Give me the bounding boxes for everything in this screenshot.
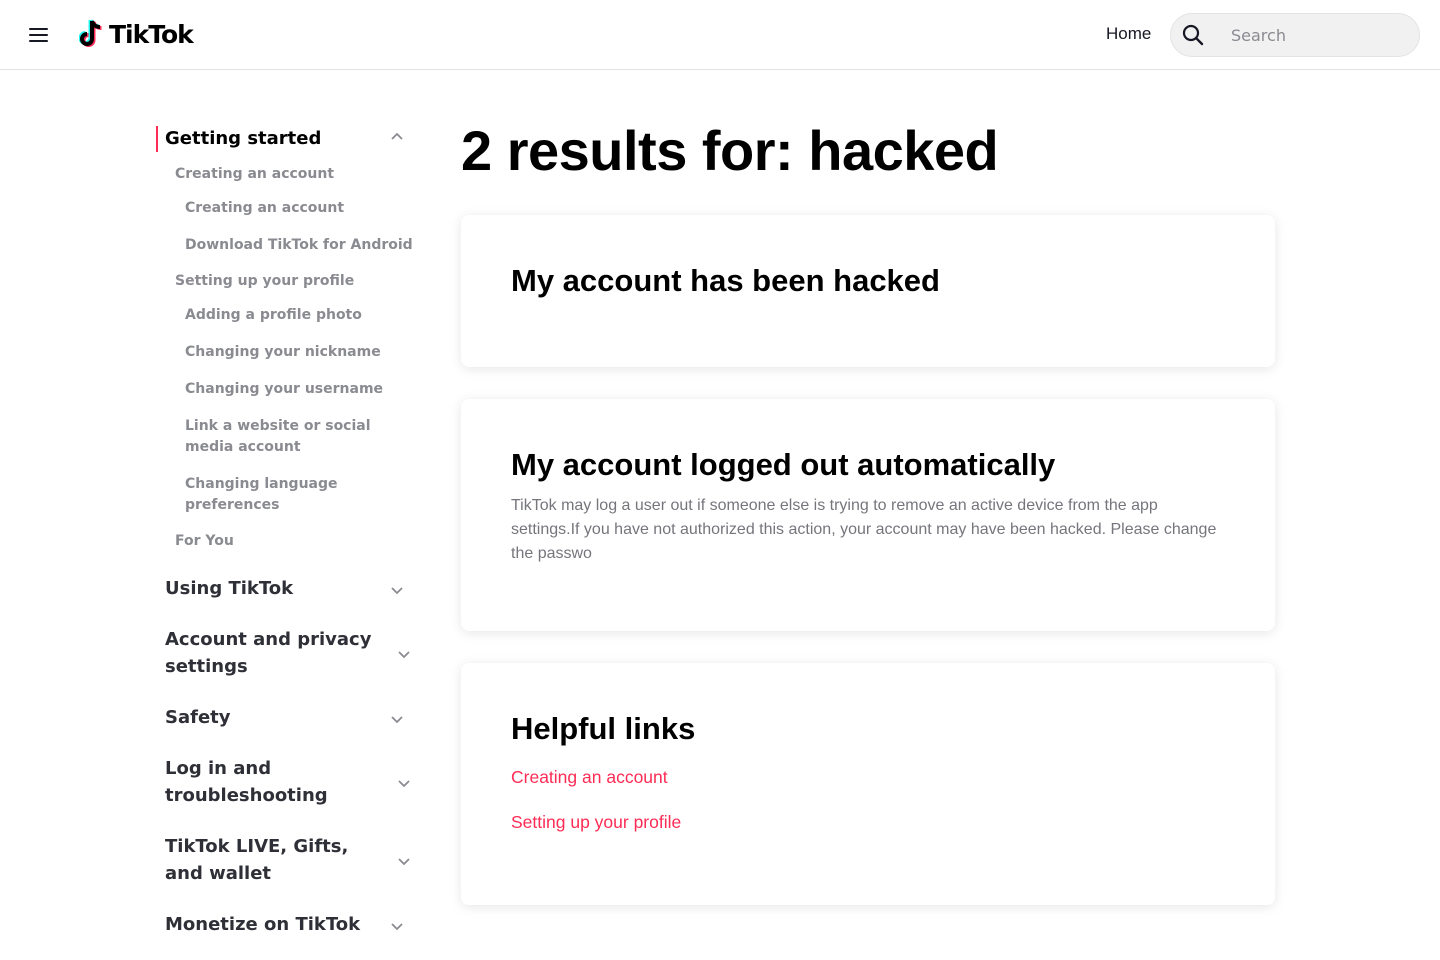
sidebar-link-creating-account[interactable]: Creating an account xyxy=(185,198,344,219)
sidebar-link-download-android[interactable]: Download TikTok for Android xyxy=(185,235,413,256)
chevron-down-icon[interactable] xyxy=(397,647,411,661)
search-results-title: 2 results for: hacked xyxy=(461,119,999,182)
result-card[interactable]: My account has been hacked xyxy=(461,215,1275,367)
sidebar-category-safety[interactable]: Safety xyxy=(156,704,416,734)
sidebar-category-label: Log in and troubleshooting xyxy=(165,758,328,806)
result-title[interactable]: My account has been hacked xyxy=(511,263,940,299)
sidebar-subsection-creating-account[interactable]: Creating an account xyxy=(175,166,334,182)
logo-wordmark: TikTok xyxy=(109,19,194,49)
sidebar-category-label: Getting started xyxy=(165,128,322,149)
search-input[interactable] xyxy=(1231,23,1406,47)
tiktok-note-icon xyxy=(79,19,102,47)
tiktok-logo[interactable]: TikTok xyxy=(79,17,194,51)
sidebar-category-label: Safety xyxy=(165,707,231,728)
sidebar-subsection-for-you[interactable]: For You xyxy=(175,533,234,549)
sidebar-category-using-tiktok[interactable]: Using TikTok xyxy=(156,575,416,605)
sidebar-subsection-setting-up-profile[interactable]: Setting up your profile xyxy=(175,273,354,289)
sidebar-category-monetize[interactable]: Monetize on TikTok xyxy=(156,911,416,941)
hamburger-menu-icon[interactable] xyxy=(29,24,49,46)
sidebar-category-label: Monetize on TikTok xyxy=(165,914,361,935)
helpful-link-creating-account[interactable]: Creating an account xyxy=(511,767,668,788)
sidebar-link-language[interactable]: Changing language preferences xyxy=(185,474,385,516)
sidebar-category-live-gifts-wallet[interactable]: TikTok LIVE, Gifts, and wallet xyxy=(156,833,416,889)
sidebar-link-website-social[interactable]: Link a website or social media account xyxy=(185,416,385,458)
chevron-down-icon[interactable] xyxy=(397,776,411,790)
sidebar-link-username[interactable]: Changing your username xyxy=(185,379,383,400)
search-bar xyxy=(1170,13,1420,57)
sidebar-link-nickname[interactable]: Changing your nickname xyxy=(185,342,381,363)
result-snippet: TikTok may log a user out if someone els… xyxy=(511,497,1217,562)
sidebar-category-account-privacy[interactable]: Account and privacy settings xyxy=(156,626,416,682)
helpful-link-setting-up-profile[interactable]: Setting up your profile xyxy=(511,812,681,833)
sidebar-link-profile-photo[interactable]: Adding a profile photo xyxy=(185,305,362,326)
helpful-links-title: Helpful links xyxy=(511,711,696,746)
chevron-down-icon[interactable] xyxy=(390,583,404,597)
helpful-links-card: Helpful links Creating an account Settin… xyxy=(461,663,1275,905)
home-link[interactable]: Home xyxy=(1106,24,1151,44)
chevron-down-icon[interactable] xyxy=(397,854,411,868)
active-indicator xyxy=(156,126,158,152)
result-card[interactable]: My account logged out automatically TikT… xyxy=(461,399,1275,631)
search-button[interactable] xyxy=(1171,14,1215,56)
chevron-down-icon[interactable] xyxy=(390,919,404,933)
search-icon xyxy=(1182,24,1204,46)
result-title[interactable]: My account logged out automatically xyxy=(511,447,1055,483)
sidebar-category-label: TikTok LIVE, Gifts, and wallet xyxy=(165,836,349,884)
top-header: TikTok Home xyxy=(0,0,1440,70)
sidebar-category-login-troubleshooting[interactable]: Log in and troubleshooting xyxy=(156,755,416,811)
sidebar-category-label: Account and privacy settings xyxy=(165,629,372,677)
sidebar-category-getting-started[interactable]: Getting started xyxy=(156,120,416,160)
chevron-down-icon[interactable] xyxy=(390,712,404,726)
chevron-up-icon[interactable] xyxy=(390,130,404,144)
sidebar-category-label: Using TikTok xyxy=(165,578,294,599)
